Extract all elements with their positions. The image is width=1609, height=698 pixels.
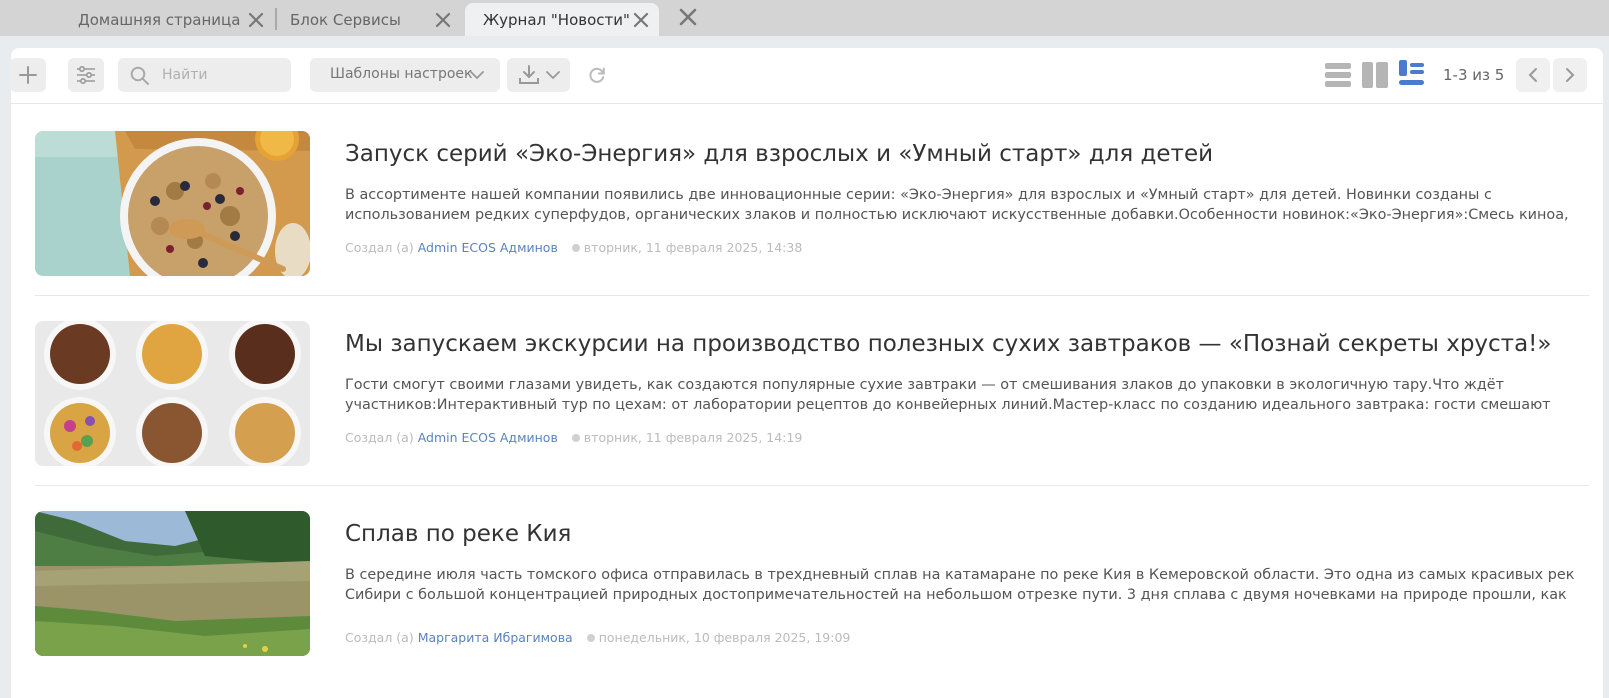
settings-button[interactable] xyxy=(68,58,104,92)
news-excerpt: В середине июля часть томского офиса отп… xyxy=(345,567,1575,603)
tab-bar: Домашняя страница Блок Сервисы Журнал "Н… xyxy=(0,0,1609,36)
news-meta: Создал (а) Admin ECOS Админов вторник, 1… xyxy=(345,430,802,445)
chevron-right-icon xyxy=(1566,68,1575,82)
news-image-cereal-bowls[interactable] xyxy=(35,321,310,466)
author-link[interactable]: Admin ECOS Админов xyxy=(418,430,558,445)
news-meta: Создал (а) Admin ECOS Админов вторник, 1… xyxy=(345,240,802,255)
chevron-left-icon xyxy=(1528,68,1537,82)
created-by-label: Создал (а) xyxy=(345,240,414,255)
news-meta: Создал (а) Маргарита Ибрагимова понедель… xyxy=(345,630,850,645)
news-date: вторник, 11 февраля 2025, 14:19 xyxy=(583,430,803,445)
tab-news-journal[interactable]: Журнал "Новости" xyxy=(465,3,659,36)
add-button[interactable] xyxy=(10,58,46,92)
separator-dot xyxy=(586,634,595,642)
news-title[interactable]: Запуск серий «Эко-Энергия» для взрослых … xyxy=(345,141,1585,167)
news-item[interactable]: Сплав по реке Кия В середине июля часть … xyxy=(35,511,1589,656)
close-icon[interactable] xyxy=(248,12,264,28)
divider xyxy=(35,295,1589,296)
news-image-cereal[interactable] xyxy=(35,131,310,276)
toolbar: Шаблоны настроек xyxy=(10,48,1603,104)
tab-services-label: Блок Сервисы xyxy=(290,10,401,29)
pagination-info: 1-3 из 5 xyxy=(1443,66,1505,84)
news-item[interactable]: Мы запускаем экскурсии на производство п… xyxy=(35,321,1589,486)
chevron-down-icon xyxy=(470,71,484,80)
chevron-down-icon xyxy=(545,71,560,80)
author-link[interactable]: Маргарита Ибрагимова xyxy=(418,630,573,645)
columns-view-icon[interactable] xyxy=(1362,62,1388,88)
search-box xyxy=(118,58,291,92)
search-input[interactable] xyxy=(160,58,285,92)
close-icon[interactable] xyxy=(435,12,451,28)
close-all-tabs-icon[interactable] xyxy=(678,7,698,27)
tab-services[interactable]: Блок Сервисы xyxy=(280,3,457,36)
list-view-icon[interactable] xyxy=(1325,62,1351,88)
news-date: вторник, 11 февраля 2025, 14:38 xyxy=(583,240,803,255)
news-title[interactable]: Сплав по реке Кия xyxy=(345,521,1585,547)
divider xyxy=(35,485,1589,486)
settings-templates-dropdown[interactable]: Шаблоны настроек xyxy=(310,58,500,92)
news-excerpt: Гости смогут своими глазами увидеть, как… xyxy=(345,377,1551,413)
tab-home-label: Домашняя страница xyxy=(78,10,241,29)
refresh-icon[interactable] xyxy=(587,65,607,85)
author-link[interactable]: Admin ECOS Админов xyxy=(418,240,558,255)
created-by-label: Создал (а) xyxy=(345,630,414,645)
prev-page-button[interactable] xyxy=(1516,58,1550,92)
news-title[interactable]: Мы запускаем экскурсии на производство п… xyxy=(345,331,1585,357)
sliders-icon xyxy=(77,66,95,84)
created-by-label: Создал (а) xyxy=(345,430,414,445)
separator-dot xyxy=(571,244,580,252)
settings-templates-label: Шаблоны настроек xyxy=(330,66,473,82)
tab-divider xyxy=(275,8,277,30)
close-icon[interactable] xyxy=(633,12,649,28)
download-icon xyxy=(518,65,539,84)
export-dropdown[interactable] xyxy=(507,58,570,92)
preview-list-view-icon[interactable] xyxy=(1399,60,1425,86)
news-date: понедельник, 10 февраля 2025, 19:09 xyxy=(598,630,851,645)
plus-icon xyxy=(19,66,37,84)
search-icon xyxy=(130,66,149,85)
tab-news-journal-label: Журнал "Новости" xyxy=(483,10,630,29)
tab-home[interactable]: Домашняя страница xyxy=(70,3,270,36)
next-page-button[interactable] xyxy=(1553,58,1587,92)
news-item[interactable]: Запуск серий «Эко-Энергия» для взрослых … xyxy=(35,131,1589,296)
news-excerpt: В ассортименте нашей компании появились … xyxy=(345,187,1569,223)
news-image-river[interactable] xyxy=(35,511,310,656)
separator-dot xyxy=(571,434,580,442)
journal-panel: Шаблоны настроек xyxy=(10,48,1603,698)
